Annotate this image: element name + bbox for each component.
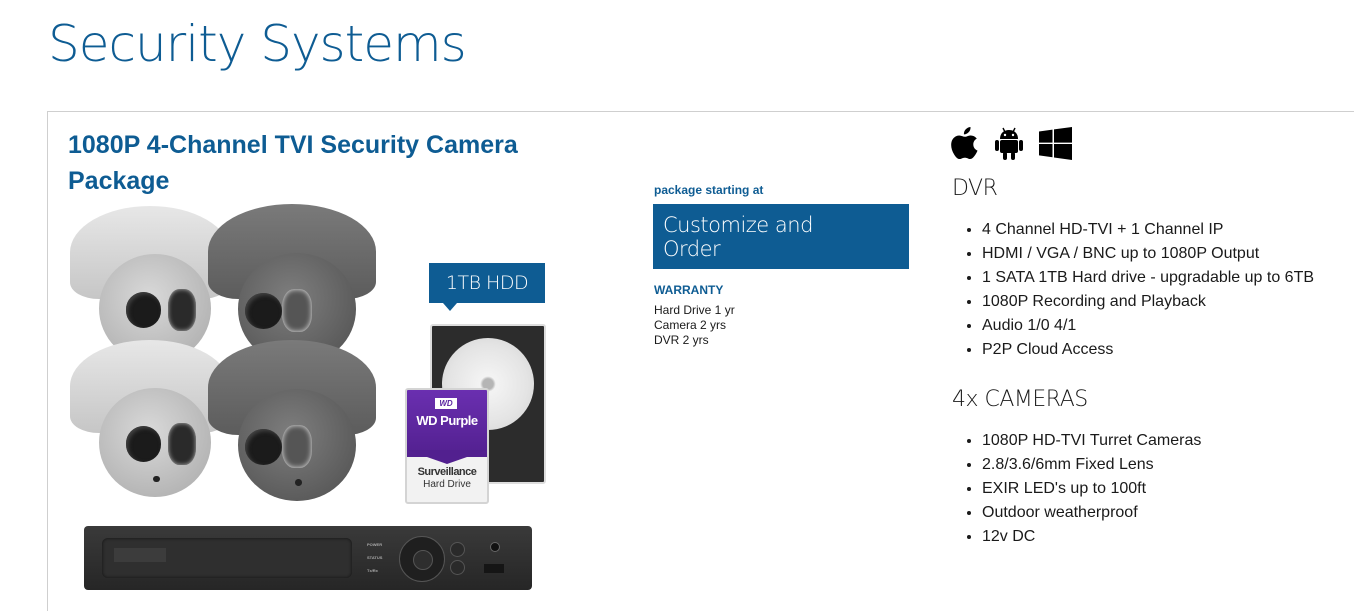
price-label: package starting at (654, 183, 764, 197)
dvr-play-button (450, 560, 465, 575)
spec-heading-dvr: DVR (952, 176, 998, 201)
spec-item: Outdoor weatherproof (982, 501, 1201, 525)
spec-list-cameras: 1080P HD-TVI Turret Cameras 2.8/3.6/6mm … (962, 429, 1201, 549)
dvr-jog-dial (399, 536, 445, 582)
wd-product-name: WD Purple (416, 413, 478, 428)
spec-item: HDMI / VGA / BNC up to 1080P Output (982, 242, 1314, 266)
warranty-list: Hard Drive 1 yr Camera 2 yrs DVR 2 yrs (654, 303, 735, 348)
product-image[interactable]: 1TB HDD WD WD Purple Surveillance Hard D… (62, 200, 552, 594)
warranty-item: Camera 2 yrs (654, 318, 727, 332)
wd-purple-label: WD WD Purple Surveillance Hard Drive (405, 388, 489, 504)
spec-item: 12v DC (982, 525, 1201, 549)
dvr-led-txrx: Tx/Rx (367, 568, 378, 573)
wd-subtitle-1: Surveillance (417, 466, 477, 478)
spec-item: 1080P HD-TVI Turret Cameras (982, 429, 1201, 453)
warranty-item: Hard Drive 1 yr (654, 303, 735, 317)
spec-item: Audio 1/0 4/1 (982, 314, 1314, 338)
warranty-item: DVR 2 yrs (654, 333, 709, 347)
page-title: Security Systems (48, 15, 467, 73)
package-title[interactable]: 1080P 4-Channel TVI Security Camera Pack… (68, 127, 588, 199)
spec-item: P2P Cloud Access (982, 338, 1314, 362)
dvr-usb-port (484, 564, 504, 573)
spec-item: 1080P Recording and Playback (982, 290, 1314, 314)
spec-heading-cameras: 4x CAMERAS (952, 387, 1088, 412)
windows-icon (1039, 126, 1072, 160)
dvr-led-power: POWER (367, 542, 383, 547)
dvr-recorder-image: POWER STATUS Tx/Rx (84, 526, 532, 590)
spec-list-dvr: 4 Channel HD-TVI + 1 Channel IP HDMI / V… (962, 218, 1314, 362)
camera-white-bottom (70, 340, 230, 500)
platform-icons (951, 126, 1072, 160)
camera-gray-bottom (208, 340, 376, 504)
wd-subtitle-2: Hard Drive (423, 479, 471, 490)
dvr-ir-port (490, 542, 500, 552)
hdd-callout: 1TB HDD (429, 263, 545, 311)
spec-item: 2.8/3.6/6mm Fixed Lens (982, 453, 1201, 477)
dvr-menu-button (450, 542, 465, 557)
warranty-heading: WARRANTY (654, 283, 724, 297)
spec-item: EXIR LED's up to 100ft (982, 477, 1201, 501)
spec-item: 4 Channel HD-TVI + 1 Channel IP (982, 218, 1314, 242)
customize-button-label: Customize and Order (663, 212, 813, 261)
apple-icon (951, 126, 978, 159)
spec-item: 1 SATA 1TB Hard drive - upgradable up to… (982, 266, 1314, 290)
wd-logo: WD (435, 398, 457, 409)
dvr-led-status: STATUS (367, 555, 383, 560)
android-icon (995, 127, 1023, 160)
customize-and-order-button[interactable]: Customize and Order (653, 204, 909, 269)
